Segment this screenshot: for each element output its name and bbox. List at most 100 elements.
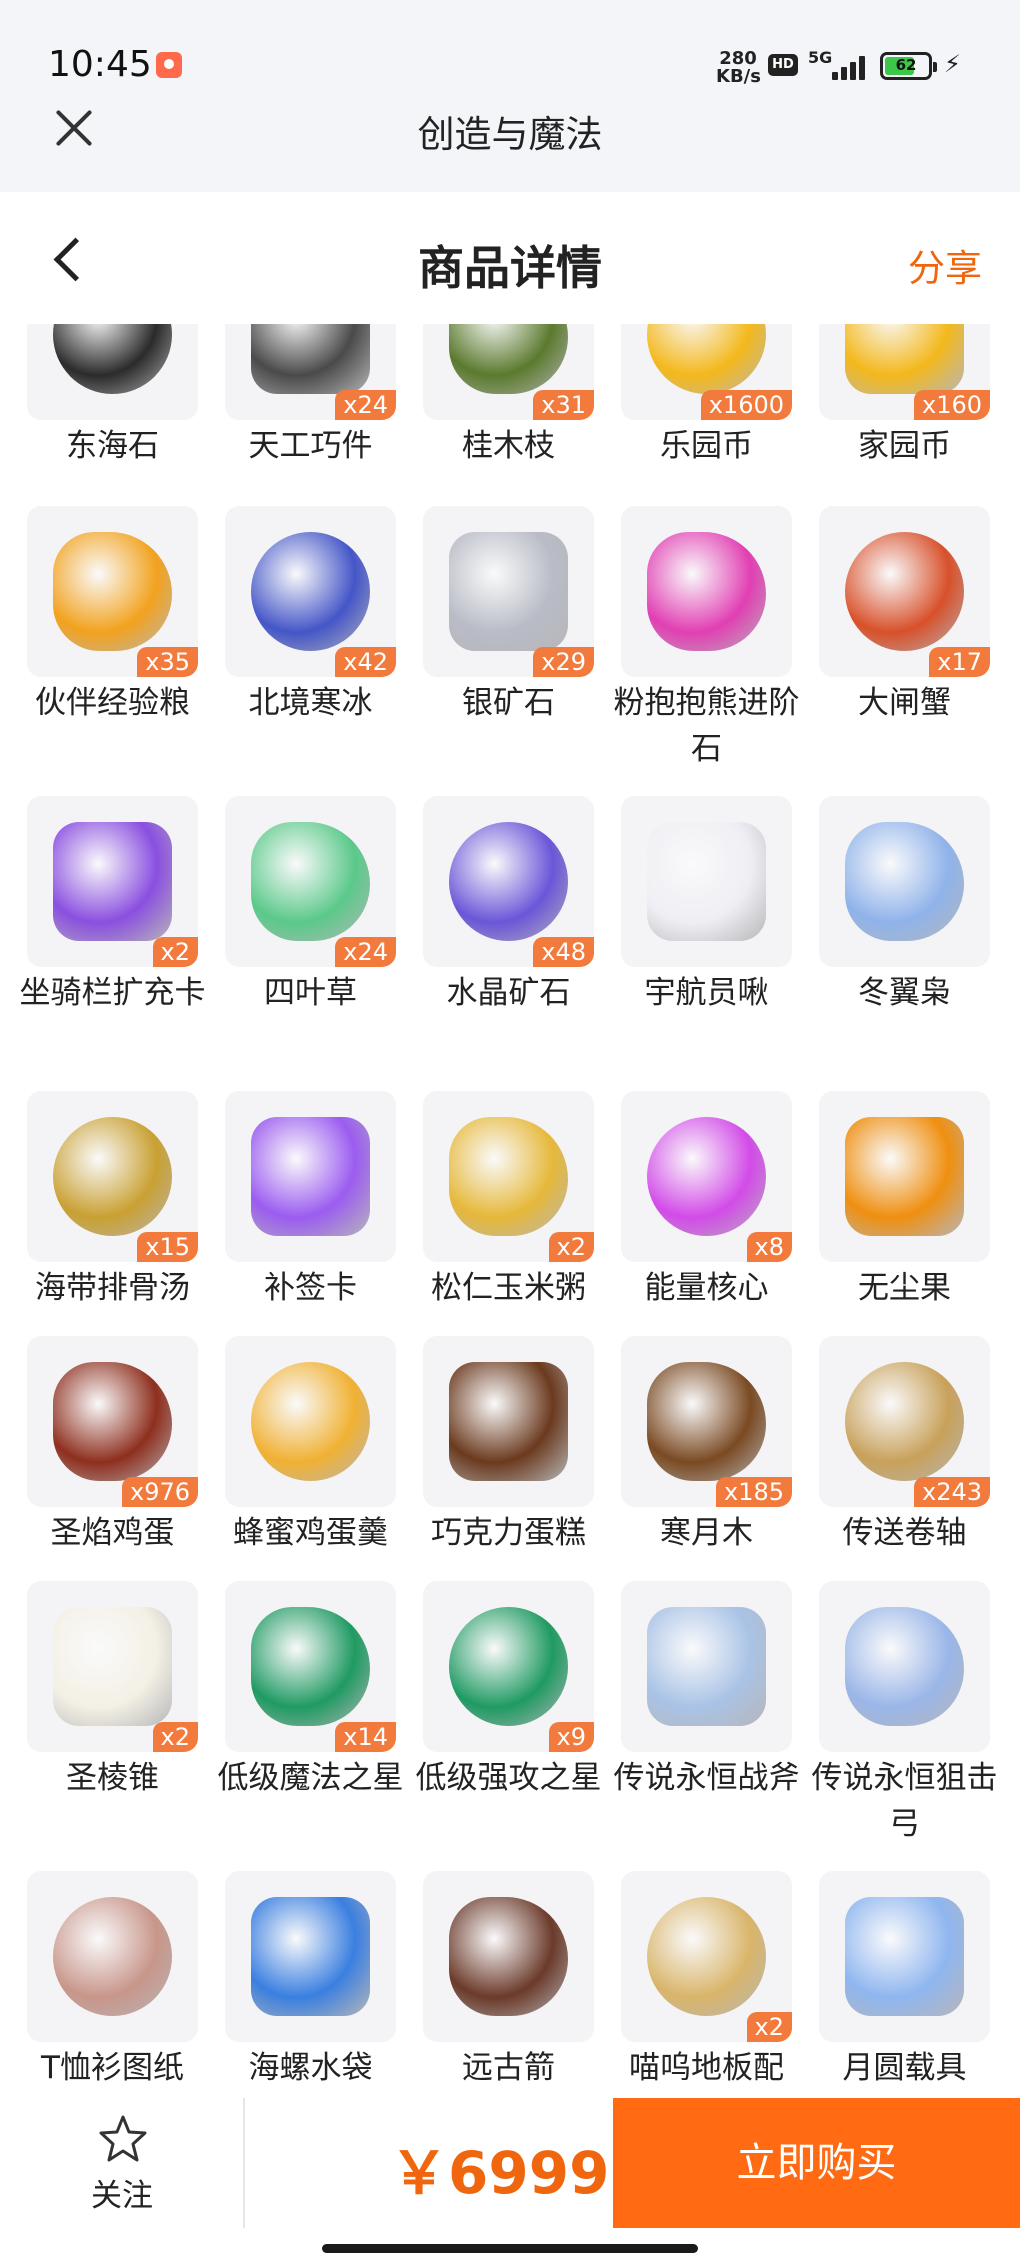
item-thumbnail: x243 [819,1336,990,1507]
network-speed: 280 KB/s [716,50,761,87]
green-star-gem-icon [449,1607,568,1726]
item-card[interactable]: x29 银矿石 [423,506,594,766]
item-name: 天工巧件 [248,428,373,464]
item-name: 桂木枝 [462,428,555,464]
item-card[interactable]: x2 圣棱锥 [27,1581,198,1841]
custard-icon [251,1362,370,1481]
item-card[interactable]: x243 传送卷轴 [819,1336,990,1596]
quantity-badge: x1600 [700,390,792,420]
log-icon [647,1362,766,1481]
quantity-badge: x17 [929,647,990,677]
item-thumbnail: x160 [819,324,990,420]
quantity-badge: x35 [137,647,198,677]
item-name: 家园币 [858,428,951,464]
item-thumbnail [621,1581,792,1752]
item-name: 圣焰鸡蛋 [50,1515,175,1551]
item-card[interactable]: x31 桂木枝 [423,324,594,509]
item-card[interactable]: 无尘果 [819,1091,990,1351]
item-name: 无尘果 [858,1270,951,1306]
item-grid-viewport[interactable]: 东海石 x24 天工巧件 x31 桂木枝 x1600 乐园币 x160 家园币 x35 伙伴经验粮 x… [0,324,1020,2098]
item-name: 能量核心 [644,1270,769,1306]
quantity-badge: x2 [746,2012,792,2042]
item-card[interactable]: x2 坐骑栏扩充卡 [20,796,206,1056]
quantity-badge: x29 [533,647,594,677]
item-card[interactable]: x48 水晶矿石 [423,796,594,1056]
quantity-badge: x2 [152,937,198,967]
crab-icon [845,532,964,651]
silver-ore-icon [449,532,568,651]
item-card[interactable]: x2 松仁玉米粥 [423,1091,594,1351]
item-thumbnail [819,796,990,967]
branch-icon [449,324,568,394]
item-thumbnail: x185 [621,1336,792,1507]
item-card[interactable]: 传说永恒战斧 [614,1581,800,1841]
item-thumbnail: x17 [819,506,990,677]
item-card[interactable]: 蜂蜜鸡蛋羹 [225,1336,396,1596]
hd-icon: HD [768,54,798,76]
item-card[interactable]: 巧克力蛋糕 [423,1336,594,1596]
item-card[interactable]: x976 圣焰鸡蛋 [27,1336,198,1596]
crown-card-icon [53,822,172,941]
ice-crystal-icon [251,532,370,651]
top-bar: 10:45 280 KB/s HD 5G 62 ⚡ 创造与魔法 [0,0,1020,192]
astronaut-pet-icon [647,822,766,941]
item-card[interactable]: 宇航员啾 [621,796,792,1056]
item-name: 东海石 [66,428,159,464]
quantity-badge: x243 [913,1477,990,1507]
item-card[interactable]: x24 四叶草 [225,796,396,1056]
item-name: 传说永恒狙击弓 [811,1760,998,1842]
item-name: 粉抱抱熊进阶石 [613,685,800,767]
follow-button[interactable]: 关注 [0,2098,240,2228]
home-indicator[interactable] [322,2244,698,2253]
item-card[interactable]: x35 伙伴经验粮 [27,506,198,766]
item-thumbnail: x8 [621,1091,792,1262]
floor-plan-icon [647,1897,766,2016]
page-header: 商品详情 分享 [0,192,1020,324]
quantity-badge: x42 [335,647,396,677]
buy-now-button[interactable]: 立即购买 [613,2098,1020,2228]
item-card[interactable]: x17 大闸蟹 [819,506,990,766]
item-card[interactable]: x8 能量核心 [621,1091,792,1351]
item-card[interactable]: x160 家园币 [819,324,990,509]
item-thumbnail [819,1581,990,1752]
item-card[interactable]: 传说永恒狙击弓 [812,1581,998,1842]
item-card[interactable]: 远古箭 [423,1871,594,2098]
arrow-icon [449,1897,568,2016]
item-card[interactable]: x24 天工巧件 [225,324,396,509]
quantity-badge: x48 [533,937,594,967]
pyramid-icon [53,1607,172,1726]
charging-icon: ⚡ [944,50,961,78]
divider [243,2098,245,2228]
item-name: 低级魔法之星 [217,1760,404,1796]
quantity-badge: x9 [548,1722,594,1752]
follow-label: 关注 [91,2178,153,2214]
item-card[interactable]: 粉抱抱熊进阶石 [614,506,800,767]
item-card[interactable]: x2 喵呜地板配 [621,1871,792,2098]
item-card[interactable]: 月圆载具 [819,1871,990,2098]
location-icon [156,52,182,78]
item-thumbnail: x35 [27,506,198,677]
status-time: 10:45 [48,44,152,85]
bow-icon [845,1607,964,1726]
item-name: 伙伴经验粮 [35,685,190,721]
item-card[interactable]: x14 低级魔法之星 [218,1581,404,1841]
item-card[interactable]: x185 寒月木 [621,1336,792,1596]
ice-dragon-icon [845,822,964,941]
scroll-icon [845,1362,964,1481]
item-name: 传送卷轴 [842,1515,967,1551]
item-card[interactable]: 海螺水袋 [225,1871,396,2098]
item-card[interactable]: T恤衫图纸 [27,1871,198,2098]
item-card[interactable]: x9 低级强攻之星 [416,1581,602,1841]
item-name: 喵呜地板配 [629,2050,784,2086]
item-card[interactable]: x1600 乐园币 [621,324,792,509]
network-speed-unit: KB/s [716,66,761,87]
item-thumbnail: x2 [423,1091,594,1262]
share-button[interactable]: 分享 [908,238,982,292]
item-card[interactable]: 东海石 [27,324,198,509]
item-card[interactable]: x42 北境寒冰 [225,506,396,766]
quantity-badge: x160 [913,390,990,420]
item-card[interactable]: x15 海带排骨汤 [27,1091,198,1351]
item-card[interactable]: 补签卡 [225,1091,396,1351]
item-name: 巧克力蛋糕 [431,1515,586,1551]
item-card[interactable]: 冬翼枭 [819,796,990,1056]
